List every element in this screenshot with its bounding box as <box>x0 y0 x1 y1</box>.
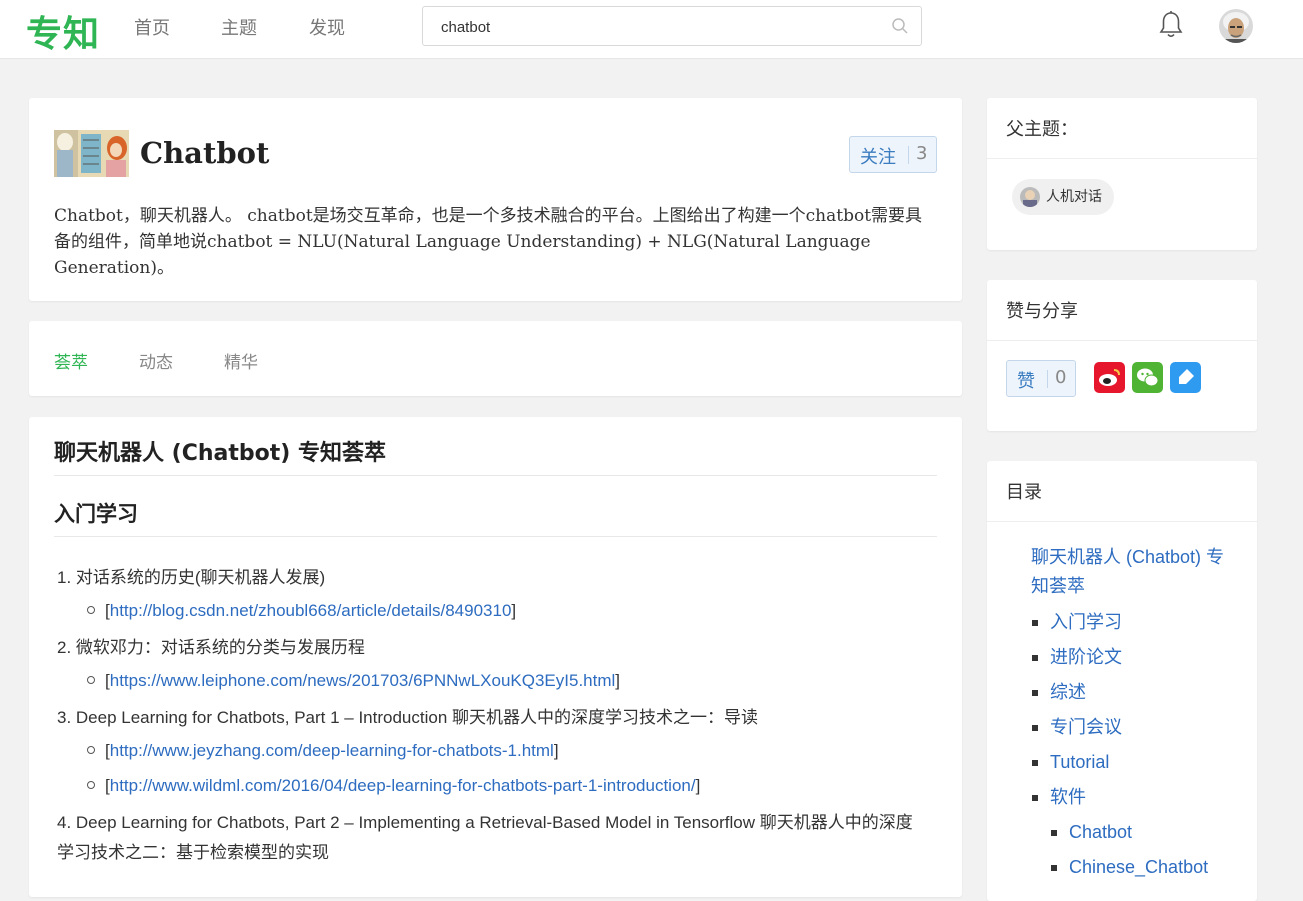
like-label: 赞 <box>1017 371 1035 392</box>
square-bullet <box>1051 865 1057 871</box>
list-sub-item: [http://www.wildml.com/2016/04/deep-lear… <box>87 771 700 801</box>
topic-image <box>54 130 129 177</box>
like-divider <box>1047 370 1048 388</box>
list-sub-item: [http://www.jeyzhang.com/deep-learning-f… <box>87 736 559 766</box>
follow-label: 关注 <box>860 147 896 168</box>
topic-description: Chatbot，聊天机器人。 chatbot是场交互革命，也是一个多技术融合的平… <box>54 206 923 278</box>
divider <box>987 340 1257 341</box>
list-item: 4. Deep Learning for Chatbots, Part 2 – … <box>57 813 913 862</box>
square-bullet <box>1032 690 1038 696</box>
divider <box>54 475 937 476</box>
list-sub-item: [http://blog.csdn.net/zhoubl668/article/… <box>87 596 516 626</box>
toc-link-root[interactable]: 聊天机器人 (Chatbot) 专知荟萃 <box>1031 543 1231 601</box>
bell-icon[interactable] <box>1157 10 1185 40</box>
like-button[interactable]: 赞 0 <box>1006 360 1076 397</box>
toc-link[interactable]: Chinese_Chatbot <box>1069 853 1208 882</box>
list-sub-item: [https://www.leiphone.com/news/201703/6P… <box>87 666 620 696</box>
reference-link[interactable]: http://www.jeyzhang.com/deep-learning-fo… <box>110 741 554 760</box>
circle-bullet <box>87 605 95 614</box>
search-input[interactable] <box>441 16 881 38</box>
divider <box>54 536 937 537</box>
nav-discover[interactable]: 发现 <box>309 14 345 40</box>
topic-icon <box>1020 187 1040 207</box>
square-bullet <box>1032 760 1038 766</box>
toc-card: 目录 聊天机器人 (Chatbot) 专知荟萃 入门学习 进阶论文 综述 专门会… <box>987 461 1257 901</box>
reference-link[interactable]: http://blog.csdn.net/zhoubl668/article/d… <box>110 601 512 620</box>
follow-button[interactable]: 关注 3 <box>849 136 937 173</box>
circle-bullet <box>87 745 95 754</box>
wechat-icon[interactable] <box>1132 362 1163 393</box>
search-icon[interactable] <box>891 17 909 35</box>
parent-topic-heading: 父主题： <box>1006 119 1078 140</box>
like-count: 0 <box>1055 367 1067 388</box>
square-bullet <box>1032 725 1038 731</box>
like-share-heading: 赞与分享 <box>1006 301 1078 322</box>
toc-link[interactable]: 入门学习 <box>1050 608 1122 637</box>
toc-link[interactable]: 综述 <box>1050 678 1086 707</box>
square-bullet <box>1032 655 1038 661</box>
reference-link[interactable]: https://www.leiphone.com/news/201703/6PN… <box>110 671 616 690</box>
avatar[interactable] <box>1219 9 1253 43</box>
content-title: 聊天机器人 (Chatbot) 专知荟萃 <box>54 441 386 466</box>
search-box <box>422 6 922 46</box>
tab-digest[interactable]: 荟萃 <box>54 348 88 373</box>
section-title: 入门学习 <box>54 502 138 526</box>
parent-topic-chip[interactable]: 人机对话 <box>1012 179 1114 215</box>
content-card: 聊天机器人 (Chatbot) 专知荟萃 入门学习 1. 对话系统的历史(聊天机… <box>29 417 962 897</box>
reference-link[interactable]: http://www.wildml.com/2016/04/deep-learn… <box>110 776 696 795</box>
nav-topics[interactable]: 主题 <box>221 14 257 40</box>
square-bullet <box>1032 620 1038 626</box>
toc-link[interactable]: 软件 <box>1050 783 1086 812</box>
square-bullet <box>1032 795 1038 801</box>
divider <box>987 158 1257 159</box>
topic-title: Chatbot <box>140 136 270 170</box>
toc-link[interactable]: Chatbot <box>1069 818 1132 847</box>
follow-divider <box>908 146 909 164</box>
top-navbar: 专知 首页 主题 发现 <box>0 0 1303 59</box>
parent-topic-label: 人机对话 <box>1046 189 1102 205</box>
follow-count: 3 <box>916 143 928 164</box>
tab-featured[interactable]: 精华 <box>224 348 258 373</box>
toc-link[interactable]: 专门会议 <box>1050 713 1122 742</box>
list-item: 3. Deep Learning for Chatbots, Part 1 – … <box>57 708 759 727</box>
nav-home[interactable]: 首页 <box>134 14 170 40</box>
tab-activity[interactable]: 动态 <box>139 348 173 373</box>
qzone-icon[interactable] <box>1170 362 1201 393</box>
list-item: 1. 对话系统的历史(聊天机器人发展) <box>57 568 326 587</box>
tabs-card: 荟萃 动态 精华 <box>29 321 962 396</box>
weibo-icon[interactable] <box>1094 362 1125 393</box>
circle-bullet <box>87 675 95 684</box>
divider <box>987 521 1257 522</box>
toc-link[interactable]: 进阶论文 <box>1050 643 1122 672</box>
parent-topic-card: 父主题： 人机对话 <box>987 98 1257 250</box>
like-share-card: 赞与分享 赞 0 <box>987 280 1257 431</box>
topic-header-card: Chatbot 关注 3 Chatbot，聊天机器人。 chatbot是场交互革… <box>29 98 962 301</box>
square-bullet <box>1051 830 1057 836</box>
toc-heading: 目录 <box>1006 482 1042 503</box>
list-item: 2. 微软邓力：对话系统的分类与发展历程 <box>57 638 365 657</box>
site-logo[interactable]: 专知 <box>26 5 100 57</box>
circle-bullet <box>87 780 95 789</box>
toc-link[interactable]: Tutorial <box>1050 748 1109 777</box>
